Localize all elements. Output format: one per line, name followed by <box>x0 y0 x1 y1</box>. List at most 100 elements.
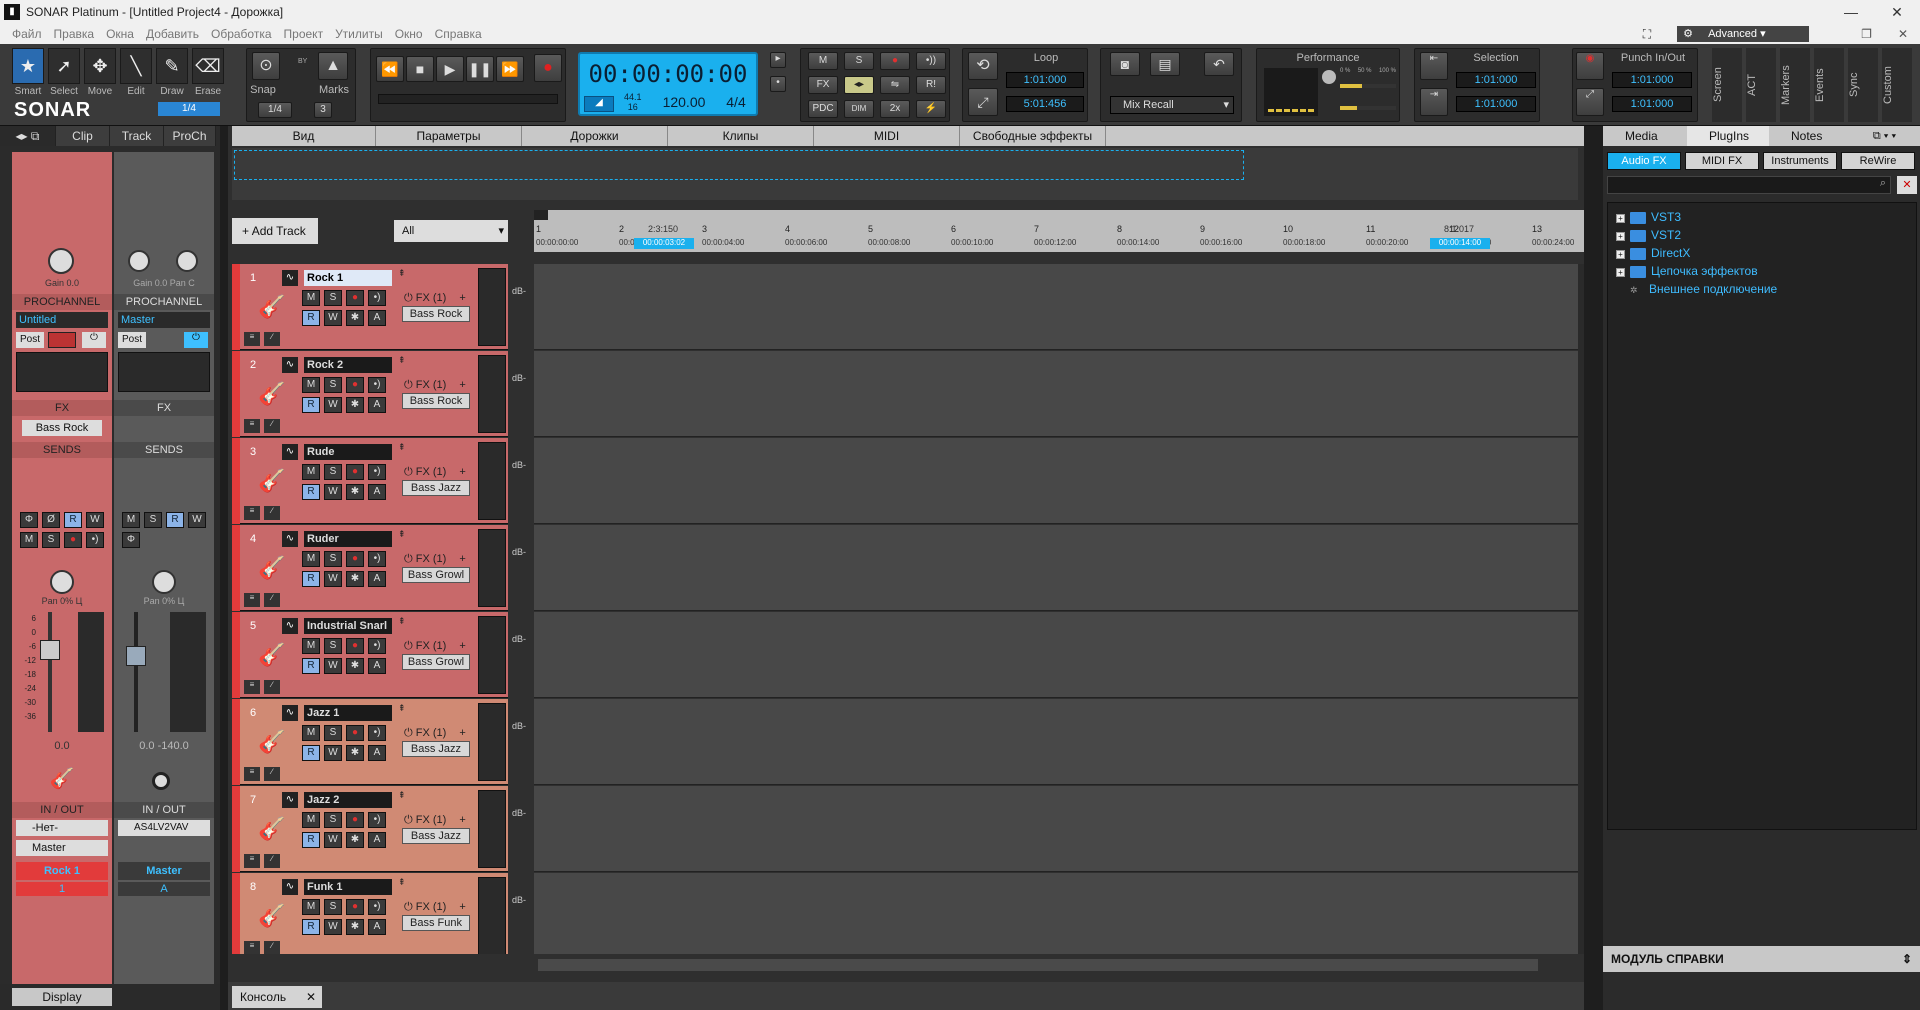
menu-edit[interactable]: Правка <box>54 27 95 41</box>
track-expand-icon[interactable]: ⇞ <box>398 442 406 453</box>
menu-project[interactable]: Проект <box>284 27 324 41</box>
track-write-button[interactable]: W <box>324 919 342 935</box>
undo-icon[interactable]: ↶ <box>1204 52 1234 76</box>
tab-prochannel[interactable]: ProCh <box>164 126 216 146</box>
master-power-icon[interactable]: ⏻ <box>184 332 208 348</box>
track-filter-select[interactable]: All ▾ <box>394 220 508 242</box>
track-automation-icon[interactable]: ∕ <box>264 419 280 433</box>
tempo-value[interactable]: 120.00 <box>656 94 712 112</box>
track-lane[interactable] <box>534 873 1584 954</box>
track-arm-icon[interactable]: ● <box>346 551 364 567</box>
sync-module[interactable]: Sync <box>1848 48 1878 122</box>
track-mute-button[interactable]: M <box>302 290 320 306</box>
input-echo-icon[interactable]: •)) <box>916 52 946 70</box>
master-strip-name[interactable]: Master <box>118 312 210 328</box>
metronome-icon[interactable]: ◢ <box>584 96 614 112</box>
track-menu-icon[interactable]: ≡ <box>244 767 260 781</box>
menu-window[interactable]: Окно <box>395 27 423 41</box>
master-mute-button[interactable]: M <box>122 512 140 528</box>
track-write-button[interactable]: W <box>324 832 342 848</box>
track-solo-button[interactable]: S <box>324 812 342 828</box>
track-write-button[interactable]: W <box>324 658 342 674</box>
track-automation-icon[interactable]: ∕ <box>264 506 280 520</box>
arranger-selection[interactable] <box>234 150 1244 180</box>
track-echo-icon[interactable]: •) <box>368 551 386 567</box>
horizontal-scrollbar[interactable] <box>228 956 1584 974</box>
marks-icon[interactable]: ▲ <box>318 52 348 80</box>
track-write-button[interactable]: W <box>324 571 342 587</box>
pdc-button[interactable]: PDC <box>808 100 838 118</box>
loop-start[interactable]: 1:01:000 <box>1006 72 1084 88</box>
track-lane[interactable] <box>534 525 1584 611</box>
track-solo-button[interactable]: S <box>324 899 342 915</box>
track-read-button[interactable]: R <box>302 484 320 500</box>
track-solo-button[interactable]: S <box>324 377 342 393</box>
menu-process[interactable]: Обработка <box>211 27 272 41</box>
track-lane[interactable] <box>534 699 1584 785</box>
track-header[interactable]: 2 ∿ Rock 2 ⇞ 🎸 M S ● •) R W ✱ A ≡ ∕ ⏻ FX (1) + Bass Rock… <box>232 351 526 437</box>
track-read-button[interactable]: R <box>302 571 320 587</box>
punch-fit-icon[interactable]: ⤢ <box>1576 88 1604 116</box>
tab-track[interactable]: Track <box>110 126 164 146</box>
add-fx-icon[interactable]: + <box>459 466 465 478</box>
expand-icon[interactable]: + <box>1616 268 1625 277</box>
pan-knob[interactable] <box>50 570 74 594</box>
track-expand-icon[interactable]: ⇞ <box>398 529 406 540</box>
quantize-value[interactable]: 1/4 <box>158 102 220 116</box>
track-name[interactable]: Jazz 2 <box>304 792 392 808</box>
fast-forward-icon[interactable]: ⏩ <box>496 56 524 82</box>
menu-region-fx[interactable]: Свободные эффекты <box>960 126 1106 146</box>
track-echo-icon[interactable]: •) <box>368 899 386 915</box>
snap-number[interactable]: 3 <box>314 102 332 118</box>
workspace-select[interactable]: ⚙ Advanced ▾ <box>1677 26 1810 42</box>
menu-help[interactable]: Справка <box>435 27 482 41</box>
menu-utilities[interactable]: Утилиты <box>335 27 383 41</box>
track-expand-icon[interactable]: ⇞ <box>398 616 406 627</box>
track-mute-button[interactable]: M <box>302 377 320 393</box>
track-fx-plugin[interactable]: Bass Jazz <box>402 828 470 844</box>
menu-tracks[interactable]: Дорожки <box>522 126 668 146</box>
track-echo-icon[interactable]: •) <box>368 464 386 480</box>
track-lane[interactable] <box>534 264 1584 350</box>
punch-icon[interactable]: ◉ <box>1576 52 1604 80</box>
pause-icon[interactable]: ❚❚ <box>466 56 494 82</box>
instruments-button[interactable]: Instruments <box>1763 152 1837 170</box>
pencil-icon[interactable]: ✎ <box>156 48 188 84</box>
track-freeze-icon[interactable]: ✱ <box>346 397 364 413</box>
track-lane[interactable] <box>534 351 1584 437</box>
now-marker-icon[interactable] <box>534 210 548 220</box>
master-output-select[interactable]: AS4LV2VAV <box>118 820 210 836</box>
solo-button[interactable]: S <box>42 532 60 548</box>
volume-fader[interactable] <box>40 640 60 660</box>
tab-media[interactable]: Media <box>1603 126 1687 146</box>
close-doc-icon[interactable]: ✕ <box>1898 27 1908 41</box>
track-fx-plugin[interactable]: Bass Rock <box>402 306 470 322</box>
document-icon[interactable]: ▤ <box>1150 52 1180 76</box>
track-read-button[interactable]: R <box>302 919 320 935</box>
star-icon[interactable]: ★ <box>12 48 44 84</box>
master-volume-fader[interactable] <box>126 646 146 666</box>
tree-item-directx[interactable]: + DirectX <box>1616 245 1690 261</box>
add-fx-icon[interactable]: + <box>459 640 465 652</box>
tab-notes[interactable]: Notes <box>1769 126 1849 146</box>
track-write-button[interactable]: W <box>324 484 342 500</box>
track-fx-plugin[interactable]: Bass Jazz <box>402 741 470 757</box>
menu-windows[interactable]: Окна <box>106 27 134 41</box>
track-arm-icon[interactable]: ● <box>346 377 364 393</box>
track-expand-icon[interactable]: ⇞ <box>398 790 406 801</box>
strip-name[interactable]: Untitled <box>16 312 108 328</box>
track-automation-icon[interactable]: ∕ <box>264 332 280 346</box>
selection-start[interactable]: 1:01:000 <box>1456 72 1536 88</box>
automation-read-icon[interactable]: ◂▸ <box>844 76 874 94</box>
invert-icon[interactable]: Ø <box>42 512 60 528</box>
master-gain-knob[interactable] <box>128 250 150 272</box>
events-module[interactable]: Events <box>1814 48 1844 122</box>
phase-icon[interactable]: Φ <box>20 512 38 528</box>
master-phase-icon[interactable]: Φ <box>122 532 140 548</box>
track-automation-icon[interactable]: ∕ <box>264 767 280 781</box>
track-mute-button[interactable]: M <box>302 464 320 480</box>
track-solo-button[interactable]: S <box>324 725 342 741</box>
track-archive-button[interactable]: A <box>368 571 386 587</box>
track-arm-icon[interactable]: ● <box>346 725 364 741</box>
track-freeze-icon[interactable]: ✱ <box>346 919 364 935</box>
